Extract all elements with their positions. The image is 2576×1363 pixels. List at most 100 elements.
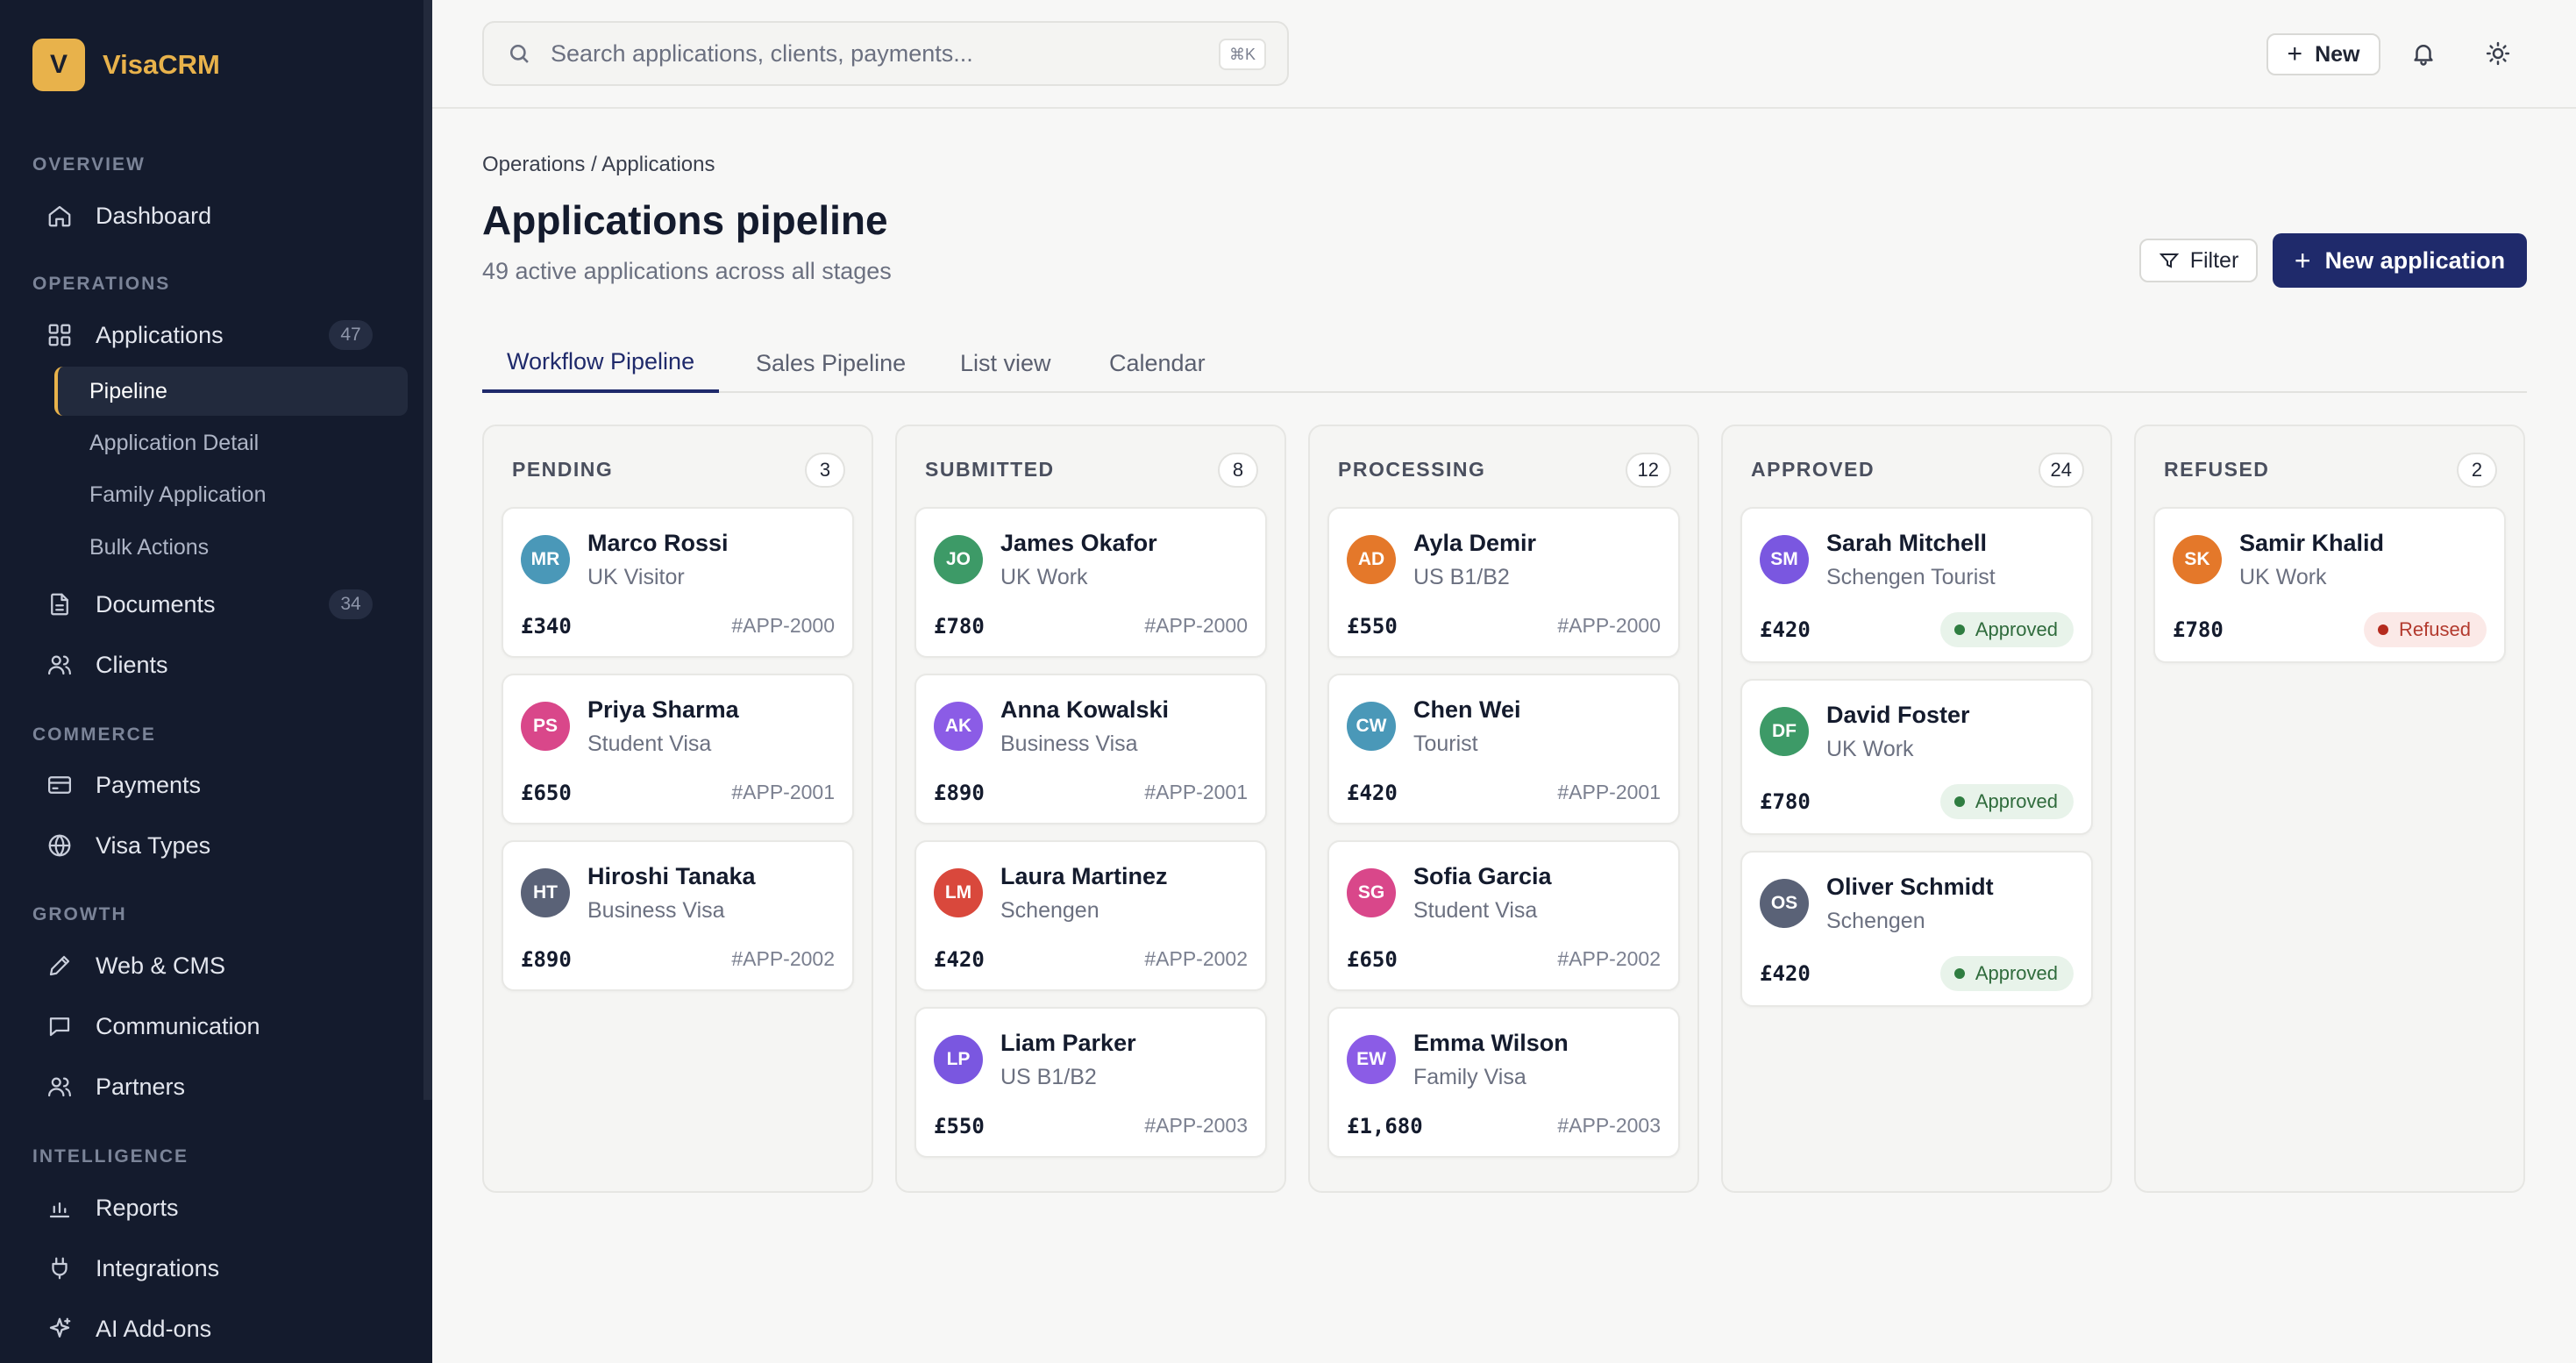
view-tabs: Workflow Pipeline Sales Pipeline List vi… [482, 333, 2527, 393]
application-card[interactable]: LM Laura Martinez Schengen £420 #APP-2002 [914, 840, 1267, 991]
application-card[interactable]: MR Marco Rossi UK Visitor £340 #APP-2000 [502, 507, 854, 658]
sidebar-item-label: Communication [96, 1012, 260, 1039]
sidebar-subitem-family-application[interactable]: Family Application [54, 470, 408, 519]
search-bar[interactable]: ⌘K [482, 21, 1289, 86]
sidebar-item-label: Documents [96, 590, 216, 617]
sidebar-item-payments[interactable]: Payments [32, 761, 408, 809]
application-card[interactable]: AK Anna Kowalski Business Visa £890 #APP-200… [914, 674, 1267, 824]
sidebar-subitem-bulk-actions[interactable]: Bulk Actions [54, 523, 408, 572]
client-name: Laura Martinez [1000, 863, 1168, 889]
tab-workflow-pipeline[interactable]: Workflow Pipeline [482, 333, 720, 393]
sidebar: V VisaCRM OVERVIEW Dashboard OPERATIONS … [0, 0, 432, 1363]
filter-icon [2159, 253, 2179, 268]
avatar: HT [521, 868, 570, 917]
status-label: Approved [1975, 790, 2058, 812]
application-card[interactable]: EW Emma Wilson Family Visa £1,680 #APP-2003 [1327, 1007, 1680, 1158]
sidebar-subitem-application-detail[interactable]: Application Detail [54, 418, 408, 467]
application-card[interactable]: AD Ayla Demir US B1/B2 £550 #APP-2000 [1327, 507, 1680, 658]
new-application-button[interactable]: + New application [2273, 233, 2527, 288]
sidebar-item-partners[interactable]: Partners [32, 1063, 408, 1110]
visa-type: Student Visa [1413, 898, 1538, 923]
tab-sales-pipeline[interactable]: Sales Pipeline [731, 333, 930, 393]
sidebar-item-web-cms[interactable]: Web & CMS [32, 942, 408, 989]
new-application-label: New application [2324, 246, 2506, 274]
column-title: REFUSED [2164, 458, 2270, 481]
sidebar-item-ai-addons[interactable]: AI Add-ons [32, 1305, 408, 1352]
credit-card-icon [45, 770, 75, 800]
pipeline-column-pending: PENDING 3 MR Marco Rossi UK Visitor £340 #APP-… [482, 425, 873, 1193]
sidebar-item-label: AI Add-ons [96, 1315, 212, 1342]
application-card[interactable]: SG Sofia Garcia Student Visa £650 #APP-2002 [1327, 840, 1680, 991]
avatar: OS [1760, 879, 1809, 928]
app-name[interactable]: VisaCRM [103, 49, 220, 81]
section-intelligence: INTELLIGENCE [32, 1146, 189, 1167]
new-button[interactable]: + New [2266, 33, 2380, 75]
status-label: Refused [2399, 618, 2471, 640]
status-label: Approved [1975, 618, 2058, 640]
sidebar-item-visa-types[interactable]: Visa Types [32, 822, 408, 869]
sidebar-subitem-pipeline[interactable]: Pipeline [54, 367, 408, 416]
pipeline-column-refused: REFUSED 2 SK Samir Khalid UK Work £780 Refused [2134, 425, 2525, 1193]
application-fee: £890 [521, 947, 572, 972]
tab-calendar[interactable]: Calendar [1085, 333, 1230, 393]
column-title: PENDING [512, 458, 614, 481]
sidebar-item-integrations[interactable]: Integrations [32, 1245, 408, 1292]
avatar: AD [1347, 535, 1396, 584]
application-fee: £1,680 [1347, 1114, 1423, 1138]
filter-button[interactable]: Filter [2139, 239, 2258, 282]
avatar: EW [1347, 1035, 1396, 1084]
client-name: Sarah Mitchell [1826, 530, 1988, 556]
sidebar-item-documents[interactable]: Documents 34 [32, 581, 408, 628]
application-id: #APP-2002 [1557, 947, 1661, 970]
section-growth: GROWTH [32, 904, 127, 924]
application-card[interactable]: SK Samir Khalid UK Work £780 Refused [2153, 507, 2506, 663]
column-count-badge: 8 [1218, 453, 1258, 488]
sidebar-item-label: Payments [96, 771, 202, 798]
bell-icon[interactable] [2406, 36, 2441, 71]
application-id: #APP-2000 [1144, 614, 1248, 637]
visa-type: Schengen [1000, 898, 1099, 923]
application-card[interactable]: LP Liam Parker US B1/B2 £550 #APP-2003 [914, 1007, 1267, 1158]
tab-list-view[interactable]: List view [936, 333, 1076, 393]
application-fee: £420 [1760, 961, 1811, 986]
application-card[interactable]: SM Sarah Mitchell Schengen Tourist £420 Appr… [1740, 507, 2093, 663]
sidebar-item-reports[interactable]: Reports [32, 1184, 408, 1231]
plus-icon: + [2294, 244, 2311, 276]
app-logo[interactable]: V [32, 39, 85, 91]
document-icon [45, 589, 75, 619]
sun-icon[interactable] [2480, 36, 2516, 71]
client-name: Samir Khalid [2239, 530, 2385, 556]
application-card[interactable]: CW Chen Wei Tourist £420 #APP-2001 [1327, 674, 1680, 824]
application-card[interactable]: HT Hiroshi Tanaka Business Visa £890 #APP-20… [502, 840, 854, 991]
client-name: Sofia Garcia [1413, 863, 1552, 889]
sidebar-item-applications[interactable]: Applications 47 [32, 311, 408, 359]
application-card[interactable]: JO James Okafor UK Work £780 #APP-2000 [914, 507, 1267, 658]
client-name: Chen Wei [1413, 696, 1521, 723]
application-card[interactable]: OS Oliver Schmidt Schengen £420 Approved [1740, 851, 2093, 1007]
column-count-badge: 2 [2457, 453, 2497, 488]
sidebar-item-dashboard[interactable]: Dashboard [32, 192, 408, 239]
application-fee: £780 [1760, 789, 1811, 814]
sidebar-scrollbar[interactable] [423, 0, 432, 1100]
avatar: MR [521, 535, 570, 584]
avatar: AK [934, 702, 983, 751]
section-commerce: COMMERCE [32, 724, 156, 745]
users-icon [45, 650, 75, 680]
search-input[interactable] [551, 39, 1199, 68]
sidebar-item-label: Clients [96, 651, 168, 678]
visa-type: Schengen [1826, 909, 1925, 933]
visa-type: Business Visa [587, 898, 725, 923]
application-card[interactable]: DF David Foster UK Work £780 Approved [1740, 679, 2093, 835]
status-label: Approved [1975, 962, 2058, 984]
sidebar-item-clients[interactable]: Clients [32, 641, 408, 689]
status-badge: Approved [1939, 784, 2074, 819]
application-card[interactable]: PS Priya Sharma Student Visa £650 #APP-2001 [502, 674, 854, 824]
status-badge: Approved [1939, 956, 2074, 991]
visa-type: Schengen Tourist [1826, 565, 1996, 589]
column-count-badge: 12 [1625, 453, 1671, 488]
visa-type: UK Visitor [587, 565, 685, 589]
sidebar-item-communication[interactable]: Communication [32, 1003, 408, 1050]
column-title: SUBMITTED [925, 458, 1055, 481]
section-operations: OPERATIONS [32, 274, 171, 294]
plus-icon: + [2287, 39, 2303, 68]
